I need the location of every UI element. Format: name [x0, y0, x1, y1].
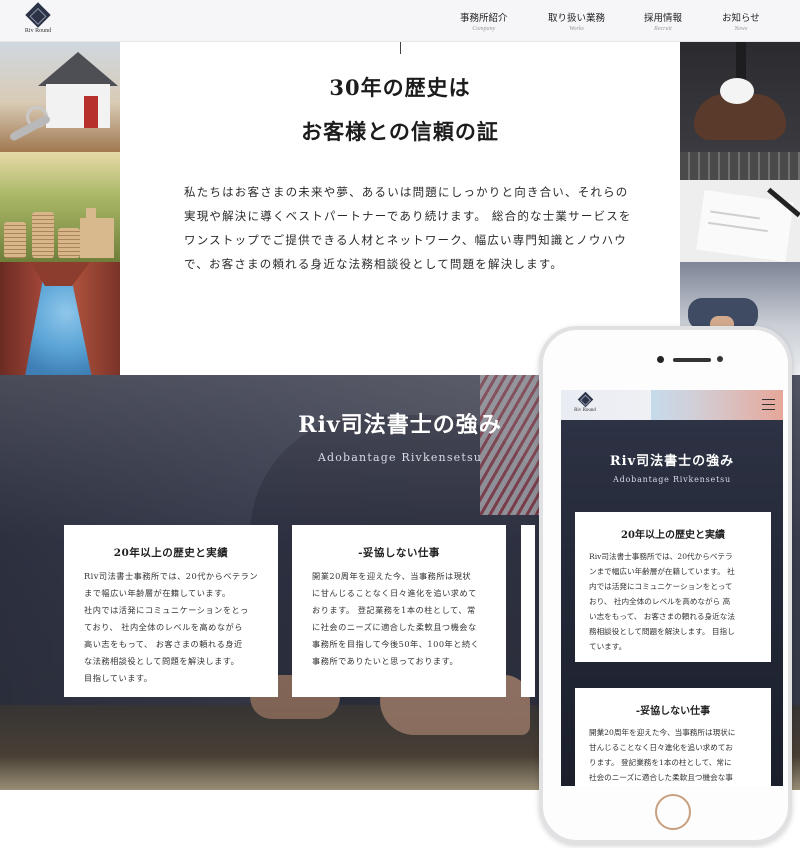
card-title: -妥協しない仕事: [635, 706, 711, 717]
site-header: Riv Round 事務所紹介 Company 取り扱い業務 Works 採用情…: [0, 0, 800, 42]
card-body: 開業20周年を迎えた今、当事務所は現状に 甘んじることなく日々進化を追い求めてお…: [589, 725, 757, 785]
mobile-strengths-subtitle: Adobantage Rivkensetsu: [613, 475, 731, 484]
nav-sublabel: Works: [569, 26, 584, 32]
nav-label: お知らせ: [722, 13, 760, 24]
intro-body-line: 実現や解決に導くベストパートナーであり続けます。 総合的な士業サービスを: [184, 209, 632, 223]
nav-sublabel: Company: [472, 26, 496, 32]
nav-item-works[interactable]: 取り扱い業務 Works: [548, 10, 605, 32]
card-line: 事務所でありたいと思っております。: [312, 656, 459, 666]
card-body: Riv司法書士事務所では、20代からベテラン まで幅広い年齢層が在籍しています。…: [84, 568, 258, 687]
card-title: -妥協しない仕事: [358, 547, 440, 559]
card-line: な法務相談役として問題を解決します。: [84, 656, 240, 666]
card-line: ており、 社内全体のレベルを高めながら: [84, 622, 243, 632]
hamburger-menu-icon[interactable]: [762, 399, 775, 410]
phone-camera-dot: [717, 356, 723, 362]
card-line: 事務所を目指して今後50年、100年と続く: [312, 639, 480, 649]
card-line: おります。 登記業務を1本の柱として、常: [312, 605, 476, 615]
phone-home-button[interactable]: [655, 794, 691, 830]
coins-growth-photo: [0, 152, 120, 262]
card-line: ンまで幅広い年齢層が在籍しています。 社: [589, 567, 735, 576]
nav-item-company[interactable]: 事務所紹介 Company: [460, 10, 508, 32]
smartphone-mockup: Riv Round Riv司法書士の強み Adobantage Rivkense…: [539, 326, 792, 844]
mobile-screen: Riv Round Riv司法書士の強み Adobantage Rivkense…: [561, 390, 783, 786]
card-line: Riv司法書士事務所では、20代からベテラン: [84, 571, 259, 581]
card-line: ています。: [589, 642, 627, 651]
card-line: 開業20周年を迎えた今、当事務所は現状: [312, 571, 472, 581]
card-title: 20年以上の歴史と実績: [113, 547, 229, 559]
buildings-sky-photo: [0, 262, 120, 375]
card-line: い志をもって、 お客さまの頼れる身近な法: [589, 612, 735, 621]
card-body: Riv司法書士事務所では、20代からベテラ ンまで幅広い年齢層が在籍しています。…: [589, 549, 757, 654]
card-line: 目指しています。: [84, 673, 153, 683]
card-body: 開業20周年を迎えた今、当事務所は現状 に甘んじることなく日々進化を追い求めて …: [312, 568, 486, 670]
logo-text: Riv Round: [24, 28, 52, 34]
intro-body-line: 私たちはお客さまの未来や夢、あるいは問題にしっかりと向き合い、それらの: [184, 185, 629, 199]
nav-sublabel: Recruit: [654, 26, 672, 32]
card-line: 甘んじることなく日々進化を追い求めてお: [589, 743, 733, 752]
strengths-title: Riv司法書士の強み: [298, 412, 502, 438]
mobile-logo[interactable]: Riv Round: [569, 391, 601, 413]
phone-front-camera: [657, 356, 664, 363]
mobile-header: Riv Round: [561, 390, 783, 420]
strength-card-history: 20年以上の歴史と実績 Riv司法書士事務所では、20代からベテラン まで幅広い…: [64, 525, 278, 697]
mobile-card-work: -妥協しない仕事 開業20周年を迎えた今、当事務所は現状に 甘んじることなく日々…: [575, 688, 771, 786]
card-line: 高い志をもって、 お客さまの頼れる身近: [84, 639, 243, 649]
nav-item-recruit[interactable]: 採用情報 Recruit: [644, 10, 682, 32]
mobile-logo-text: Riv Round: [574, 408, 596, 413]
intro-body: 私たちはお客さまの未来や夢、あるいは問題にしっかりと向き合い、それらの 実現や解…: [184, 180, 632, 276]
logo-diamond-icon: [577, 391, 593, 408]
strengths-subtitle: Adobantage Rivkensetsu: [317, 451, 483, 464]
card-line: 内では活発にコミュニケーションをとって: [589, 582, 733, 591]
strength-card-work: -妥協しない仕事 開業20周年を迎えた今、当事務所は現状 に甘んじることなく日々…: [292, 525, 506, 697]
card-line: おり、 社内全体のレベルを高めながら 高: [589, 597, 731, 606]
card-line: 社会のニーズに適合した柔軟且つ機会な事: [589, 773, 733, 782]
phone-speaker: [673, 358, 711, 362]
card-line: ります。 登記業務を1本の柱として、常に: [589, 758, 732, 767]
intro-title-line2: お客様との信頼の証: [301, 119, 499, 144]
intro-title-line1: 30年の歴史は: [329, 75, 471, 100]
nav-label: 取り扱い業務: [548, 13, 606, 24]
strength-card-partial: [521, 525, 535, 697]
card-line: Riv司法書士事務所では、20代からベテラ: [589, 552, 733, 561]
nav-item-news[interactable]: お知らせ News: [722, 10, 760, 32]
card-line: 開業20周年を迎えた今、当事務所は現状に: [589, 728, 736, 737]
card-line: 社内では活発にコミュニケーションをとっ: [84, 605, 249, 615]
card-line: 務相談役として問題を解決します。 目指し: [589, 627, 735, 636]
card-title: 20年以上の歴史と実績: [621, 530, 725, 541]
piggy-bank-hands-photo: [680, 42, 800, 152]
scroll-indicator-line: [400, 42, 401, 54]
card-line: まで幅広い年齢層が在籍しています。: [84, 588, 231, 598]
intro-body-line: ワンストップでご提供できる人材とネットワーク、幅広い専門知識とノウハウ: [184, 233, 628, 247]
nav-sublabel: News: [734, 26, 748, 32]
nav-label: 採用情報: [644, 13, 683, 24]
card-line: に社会のニーズに適合した柔軟且つ機会な: [312, 622, 477, 632]
intro-body-line: で、お客さまの頼れる身近な法務相談役として問題を解決します。: [184, 257, 564, 271]
mobile-strengths-title: Riv司法書士の強み: [609, 454, 735, 469]
card-line: に甘んじることなく日々進化を追い求めて: [312, 588, 477, 598]
mobile-card-history: 20年以上の歴史と実績 Riv司法書士事務所では、20代からベテラ ンまで幅広い…: [575, 512, 771, 662]
document-pen-photo: [680, 152, 800, 262]
site-logo[interactable]: Riv Round: [18, 2, 58, 34]
nav-label: 事務所紹介: [460, 13, 508, 24]
logo-diamond-icon: [25, 2, 51, 28]
house-keys-photo: [0, 42, 120, 152]
